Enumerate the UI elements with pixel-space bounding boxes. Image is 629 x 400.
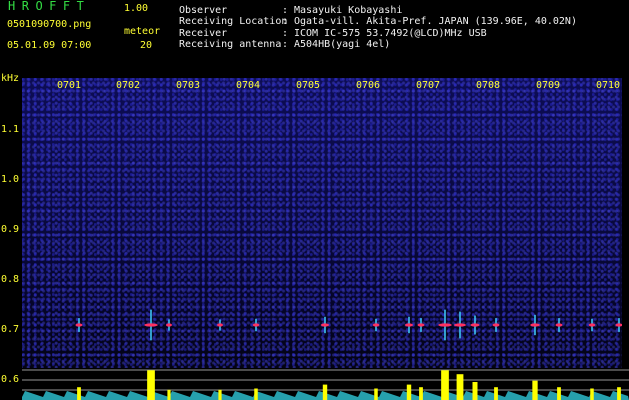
freq-tick-label: 0.8 [1, 274, 20, 285]
echo-count-panel [22, 368, 629, 400]
meteor-echo-core [438, 323, 452, 327]
echo-count-bar [557, 387, 561, 400]
info-key-receiver: Receiver [179, 28, 228, 39]
meteor-echo-core [470, 323, 480, 327]
echo-count-bar [322, 384, 328, 400]
app-version: 1.00 [124, 3, 149, 14]
meteor-echo-core [372, 323, 380, 327]
meteor-echo-core [588, 323, 596, 327]
echo-count-bar [218, 389, 222, 400]
meteor-echo-core [321, 323, 329, 327]
echo-count-bar [441, 370, 449, 400]
info-value-receiver: ICOM IC-575 53.7492(@LCD)MHz USB [294, 28, 487, 39]
info-key-location: Receiving Location [179, 16, 288, 27]
echo-count-bar [456, 374, 464, 400]
echo-count-bar [590, 388, 594, 400]
info-value-observer: Masayuki Kobayashi [294, 5, 403, 16]
echo-count-bar [254, 388, 258, 400]
time-axis: 0701 0702 0703 0704 0705 0706 0707 0708 … [22, 80, 622, 92]
freq-tick-label: 1.0 [1, 174, 20, 185]
echo-layer [75, 309, 622, 341]
echo-count-bar [472, 382, 478, 400]
meteor-echo-core [454, 323, 466, 327]
meteor-echo-core [252, 323, 260, 327]
meteor-echo-core [492, 323, 500, 327]
time-tick-label: 0706 [356, 80, 381, 91]
hrofft-window: HROFFT 1.00 0501090700.png 05.01.09 07:0… [0, 0, 629, 400]
time-tick-label: 0704 [236, 80, 261, 91]
meteor-echo-core [615, 323, 622, 327]
info-separator: : [282, 5, 289, 16]
info-separator: : [282, 39, 289, 50]
meteor-echo-core [217, 323, 223, 327]
meteor-count-label: meteor [124, 26, 161, 37]
echo-count-bar [617, 387, 621, 400]
echo-count-graph [22, 369, 629, 400]
time-tick-label: 0708 [476, 80, 501, 91]
freq-tick-label: 1.1 [1, 124, 20, 135]
meteor-echo-core [166, 323, 172, 327]
meteor-echo-core [75, 323, 83, 327]
meteor-echo-core [555, 323, 563, 327]
echo-count-bar [147, 370, 155, 400]
info-separator: : [282, 28, 289, 39]
meteor-count-value: 20 [140, 40, 153, 51]
echo-count-bar [406, 384, 412, 400]
echo-count-bar [167, 389, 171, 400]
info-separator: : [282, 16, 289, 27]
info-value-location: Ogata-vill. Akita-Pref. JAPAN (139.96E, … [294, 16, 577, 27]
echo-count-bar [77, 387, 81, 400]
spectrogram-panel [22, 78, 622, 368]
freq-tick-label: 0.9 [1, 224, 20, 235]
info-key-observer: Observer [179, 5, 228, 16]
echo-count-bar [494, 387, 498, 400]
time-tick-label: 0705 [296, 80, 321, 91]
time-tick-label: 0701 [57, 80, 82, 91]
echo-count-bar [374, 388, 378, 400]
freq-tick-label: 0.6 [1, 374, 20, 385]
meteor-echo-core [417, 323, 425, 327]
time-tick-label: 0707 [416, 80, 441, 91]
time-tick-label: 0702 [116, 80, 141, 91]
time-tick-label: 0709 [536, 80, 561, 91]
info-key-antenna: Receiving antenna [179, 39, 282, 50]
frequency-axis: 1.1 1.0 0.9 0.8 0.7 0.6 [0, 0, 22, 400]
echo-count-bar [532, 380, 538, 400]
meteor-echo-core [530, 323, 540, 327]
time-tick-label: 0710 [596, 80, 621, 91]
echo-count-bar [419, 387, 423, 400]
info-value-antenna: A504HB(yagi 4el) [294, 39, 391, 50]
meteor-echo-core [144, 323, 158, 327]
time-tick-label: 0703 [176, 80, 201, 91]
meteor-echo-core [405, 323, 413, 327]
freq-tick-label: 0.7 [1, 324, 20, 335]
